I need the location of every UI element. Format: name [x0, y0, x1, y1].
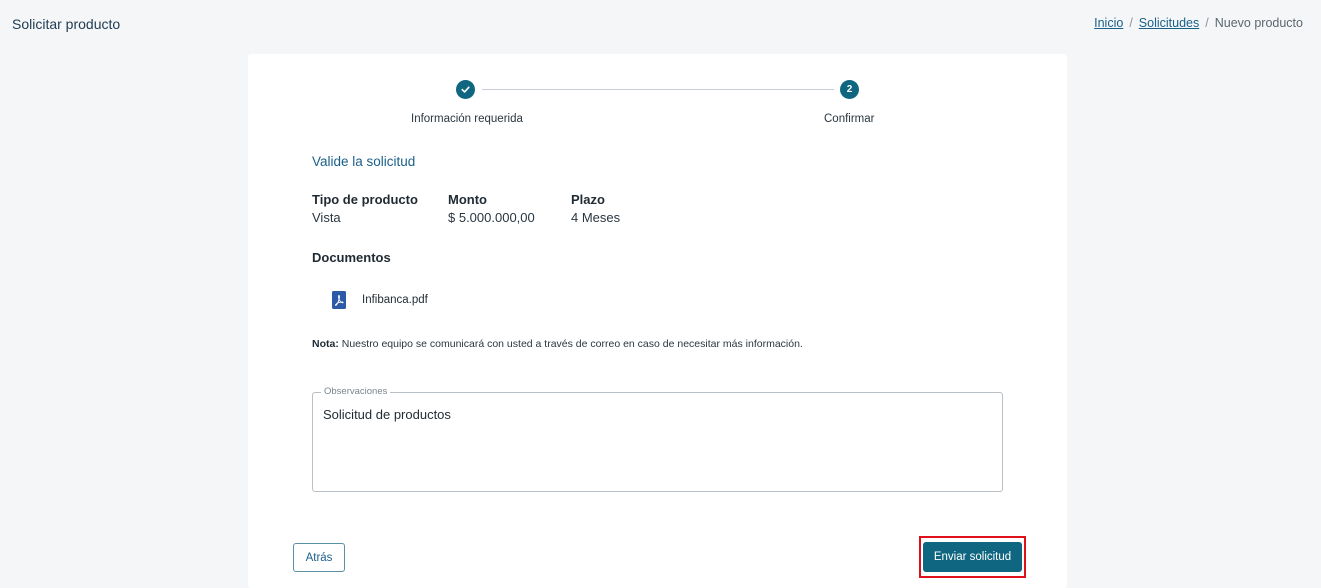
field-value: $ 5.000.000,00: [448, 210, 535, 225]
field-label: Monto: [448, 192, 487, 207]
field-value: Vista: [312, 210, 341, 225]
document-name: Infibanca.pdf: [362, 294, 428, 306]
field-product-type: Tipo de producto Vista: [312, 192, 418, 225]
field-amount: Monto $ 5.000.000,00: [448, 192, 535, 225]
observations-label: Observaciones: [321, 386, 391, 397]
breadcrumb: Inicio / Solicitudes / Nuevo producto: [1094, 16, 1303, 30]
document-item[interactable]: Infibanca.pdf: [332, 291, 428, 309]
submit-request-button[interactable]: Enviar solicitud: [923, 542, 1022, 572]
submit-highlight: Enviar solicitud: [919, 536, 1026, 578]
observations-input[interactable]: Solicitud de productos: [323, 407, 993, 482]
breadcrumb-home-link[interactable]: Inicio: [1094, 16, 1123, 30]
note-text: Nota: Nuestro equipo se comunicará con u…: [312, 338, 803, 350]
stepper-connector: [482, 89, 834, 90]
field-value: 4 Meses: [571, 210, 621, 225]
observations-field: Observaciones Solicitud de productos: [312, 386, 1003, 492]
back-button[interactable]: Atrás: [293, 543, 345, 572]
breadcrumb-separator: /: [1129, 16, 1133, 30]
step-2-number: 2: [846, 84, 853, 95]
note-prefix: Nota:: [312, 338, 339, 350]
breadcrumb-requests-link[interactable]: Solicitudes: [1139, 16, 1199, 30]
field-label: Plazo: [571, 192, 605, 207]
field-label: Tipo de producto: [312, 192, 418, 207]
section-title: Valide la solicitud: [312, 154, 416, 169]
page-title: Solicitar producto: [12, 16, 121, 32]
step-2-label: Confirmar: [824, 113, 875, 125]
step-1-label: Información requerida: [411, 113, 523, 125]
check-icon: [461, 86, 470, 93]
note-body: Nuestro equipo se comunicará con usted a…: [338, 338, 803, 350]
breadcrumb-current: Nuevo producto: [1214, 16, 1303, 30]
step-1-completed: [456, 80, 475, 99]
step-2-active: 2: [840, 80, 859, 99]
request-card: 2 Información requerida Confirmar Valide…: [248, 54, 1067, 588]
field-term: Plazo 4 Meses: [571, 192, 620, 225]
breadcrumb-separator: /: [1205, 16, 1209, 30]
pdf-icon: [332, 291, 346, 309]
documents-title: Documentos: [312, 250, 391, 265]
